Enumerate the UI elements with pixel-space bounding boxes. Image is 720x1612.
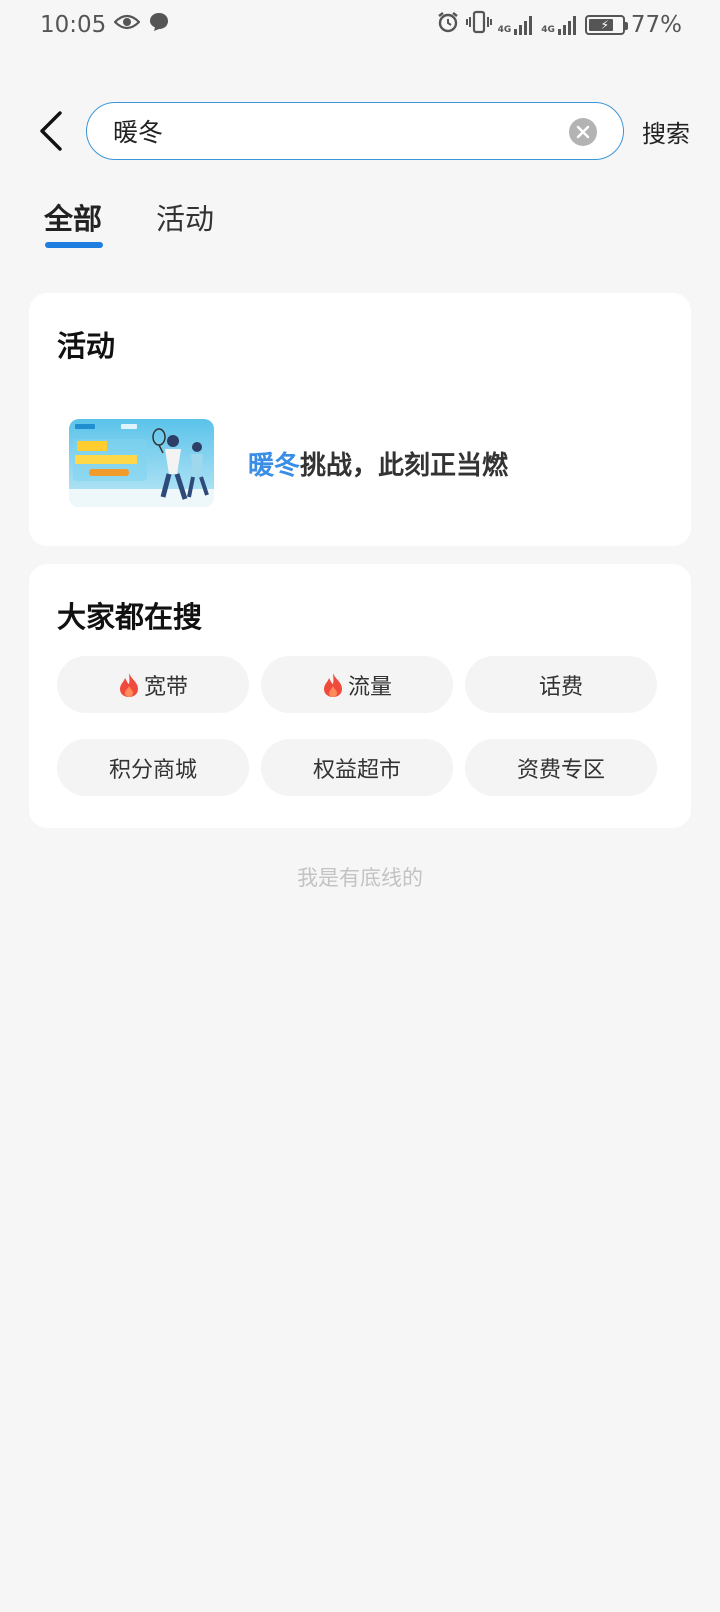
signal-icon-1: 4G bbox=[498, 15, 536, 35]
hot-chip-benefits-market[interactable]: 权益超市 bbox=[261, 739, 453, 796]
search-box[interactable] bbox=[86, 102, 624, 160]
alarm-icon bbox=[436, 10, 460, 40]
tab-bar: 全部 活动 bbox=[44, 196, 214, 250]
search-row: 搜索 bbox=[0, 102, 720, 160]
hot-search-grid: 宽带 流量 话费 积分商城 权益超市 资费专区 bbox=[57, 656, 658, 796]
activity-title-rest: 挑战，此刻正当燃 bbox=[300, 450, 509, 481]
chip-label: 积分商城 bbox=[108, 757, 197, 783]
activity-item[interactable]: 暖冬挑战，此刻正当燃 bbox=[69, 418, 669, 508]
chip-label: 流量 bbox=[347, 674, 392, 700]
hot-search-card: 大家都在搜 宽带 流量 话费 积分商城 权益超市 资费专区 bbox=[29, 564, 691, 828]
hot-chip-phone-bill[interactable]: 话费 bbox=[465, 656, 657, 713]
tab-activity[interactable]: 活动 bbox=[156, 196, 214, 250]
flame-icon bbox=[323, 672, 342, 697]
chip-label: 权益超市 bbox=[312, 757, 401, 783]
chip-label: 资费专区 bbox=[516, 757, 605, 783]
eye-icon bbox=[113, 12, 141, 38]
status-time: 10:05 bbox=[40, 12, 107, 38]
hot-search-title: 大家都在搜 bbox=[57, 600, 203, 634]
search-input[interactable] bbox=[113, 116, 533, 146]
signal-icon-2: 4G bbox=[541, 15, 579, 35]
activity-title: 暖冬挑战，此刻正当燃 bbox=[248, 445, 508, 482]
battery-percent: 77% bbox=[630, 12, 682, 38]
back-button[interactable] bbox=[34, 108, 68, 154]
activity-section-title: 活动 bbox=[57, 329, 116, 363]
battery-icon: ⚡ bbox=[584, 15, 628, 35]
close-icon bbox=[576, 125, 590, 139]
tab-activity-label: 活动 bbox=[156, 202, 215, 236]
tab-all[interactable]: 全部 bbox=[44, 196, 103, 250]
activity-card: 活动 暖冬挑战，此刻正当燃 bbox=[29, 293, 691, 546]
vibrate-icon bbox=[465, 10, 492, 40]
activity-title-highlight: 暖冬 bbox=[248, 450, 301, 481]
chip-label: 宽带 bbox=[143, 674, 188, 700]
tab-all-label: 全部 bbox=[44, 202, 103, 236]
status-bar: 10:05 4G 4G ⚡ 77% bbox=[0, 0, 720, 50]
flame-icon bbox=[119, 672, 138, 697]
chip-label: 话费 bbox=[538, 674, 583, 700]
active-tab-indicator bbox=[45, 242, 103, 248]
hot-chip-data[interactable]: 流量 bbox=[261, 656, 453, 713]
hot-chip-tariff-zone[interactable]: 资费专区 bbox=[465, 739, 657, 796]
chat-bubble-icon bbox=[148, 11, 170, 39]
hot-chip-points-mall[interactable]: 积分商城 bbox=[57, 739, 249, 796]
end-of-list-note: 我是有底线的 bbox=[297, 866, 423, 890]
clear-button[interactable] bbox=[569, 118, 597, 146]
chevron-left-icon bbox=[40, 111, 62, 151]
search-button[interactable]: 搜索 bbox=[642, 114, 690, 149]
activity-thumbnail-image bbox=[69, 419, 214, 507]
hot-chip-broadband[interactable]: 宽带 bbox=[57, 656, 249, 713]
